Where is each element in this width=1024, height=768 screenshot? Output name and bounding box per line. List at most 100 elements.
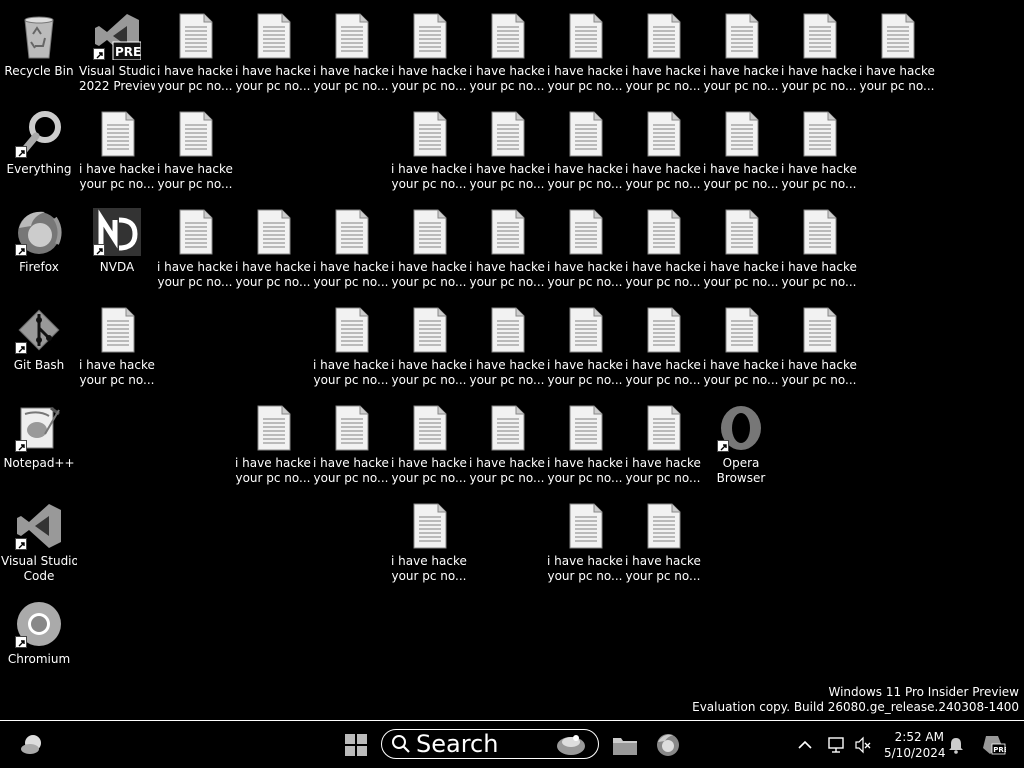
desktop-icon-text-file[interactable]: i have hacked your pc no...: [469, 396, 545, 488]
desktop-icon-text-file[interactable]: i have hacked your pc no...: [157, 200, 233, 292]
desktop-icon-everything[interactable]: Everything: [1, 102, 77, 194]
desktop-icon-text-file[interactable]: i have hacked your pc no...: [625, 494, 701, 586]
desktop-icon-text-file[interactable]: i have hacked your pc no...: [625, 4, 701, 96]
desktop-icon-opera-browser[interactable]: Opera Browser: [703, 396, 779, 488]
desktop-icon-text-file[interactable]: i have hacked your pc no...: [781, 200, 857, 292]
desktop-icon-text-file[interactable]: i have hacked your pc no...: [625, 200, 701, 292]
desktop-icon-label: i have hacked your pc no...: [79, 162, 155, 191]
desktop-icon-text-file[interactable]: i have hacked your pc no...: [625, 102, 701, 194]
desktop-icon-text-file[interactable]: i have hacked your pc no...: [469, 298, 545, 390]
firefox-taskbar-button[interactable]: [652, 721, 684, 768]
text-file-icon: [249, 12, 297, 60]
desktop-icon-text-file[interactable]: i have hacked your pc no...: [235, 200, 311, 292]
desktop-icon-notepad-plus-plus[interactable]: Notepad++: [1, 396, 77, 488]
desktop-icon-text-file[interactable]: i have hacked your pc no...: [391, 494, 467, 586]
desktop-icon-label: i have hacked your pc no...: [625, 456, 701, 485]
desktop-icon-nvda[interactable]: NVDA: [79, 200, 155, 292]
desktop-icon-recycle-bin[interactable]: Recycle Bin: [1, 4, 77, 96]
weather-icon: [21, 734, 41, 754]
desktop-icon-text-file[interactable]: i have hacked your pc no...: [79, 298, 155, 390]
text-file-icon: [405, 306, 453, 354]
desktop-icon-label: i have hacked your pc no...: [625, 260, 701, 289]
desktop-icon-label: i have hacked your pc no...: [781, 358, 857, 387]
desktop-icon-text-file[interactable]: i have hacked your pc no...: [391, 298, 467, 390]
desktop-icon-text-file[interactable]: i have hacked your pc no...: [79, 102, 155, 194]
desktop-icon-text-file[interactable]: i have hacked your pc no...: [391, 200, 467, 292]
text-file-icon: [639, 208, 687, 256]
desktop-icon-label: i have hacked your pc no...: [703, 162, 779, 191]
text-file-icon: [327, 12, 375, 60]
desktop-icon-firefox[interactable]: Firefox: [1, 200, 77, 292]
desktop-icon-label: i have hacked your pc no...: [469, 456, 545, 485]
desktop-icon-text-file[interactable]: i have hacked your pc no...: [547, 102, 623, 194]
show-hidden-icons-button[interactable]: [794, 721, 816, 768]
desktop-icon-label: i have hacked your pc no...: [469, 358, 545, 387]
notifications-button[interactable]: [946, 721, 966, 768]
shortcut-arrow-icon: [93, 244, 105, 256]
volume-muted-icon: [855, 736, 871, 753]
desktop-icon-label: i have hacked your pc no...: [235, 456, 311, 485]
text-file-icon: [93, 306, 141, 354]
desktop-icon-text-file[interactable]: i have hacked your pc no...: [547, 200, 623, 292]
desktop-icon-text-file[interactable]: i have hacked your pc no...: [235, 396, 311, 488]
text-file-icon: [483, 404, 531, 452]
desktop-icon-text-file[interactable]: i have hacked your pc no...: [313, 298, 389, 390]
desktop-icon-label: i have hacked your pc no...: [391, 456, 467, 485]
desktop-icon-text-file[interactable]: i have hacked your pc no...: [157, 102, 233, 194]
desktop-icon-text-file[interactable]: i have hacked your pc no...: [703, 102, 779, 194]
desktop-icon-text-file[interactable]: i have hacked your pc no...: [547, 298, 623, 390]
start-button[interactable]: [340, 721, 372, 768]
copilot-button[interactable]: PRE: [978, 721, 1008, 768]
desktop-icon-text-file[interactable]: i have hacked your pc no...: [703, 4, 779, 96]
desktop-icon-text-file[interactable]: i have hacked your pc no...: [703, 298, 779, 390]
weather-widget-button[interactable]: [14, 721, 50, 768]
volume-button[interactable]: [852, 721, 874, 768]
desktop-icon-text-file[interactable]: i have hacked your pc no...: [781, 102, 857, 194]
visual-studio-preview-icon: PRE: [93, 12, 142, 61]
desktop-icon-text-file[interactable]: i have hacked your pc no...: [235, 4, 311, 96]
desktop-icon-label: i have hacked your pc no...: [235, 64, 311, 93]
desktop-icon-chromium[interactable]: Chromium: [1, 592, 77, 684]
text-file-icon: [327, 208, 375, 256]
text-file-icon: [405, 110, 453, 158]
desktop-icon-text-file[interactable]: i have hacked your pc no...: [547, 4, 623, 96]
text-file-icon: [405, 208, 453, 256]
desktop-icon-text-file[interactable]: i have hacked your pc no...: [391, 396, 467, 488]
desktop-icon-text-file[interactable]: i have hacked your pc no...: [703, 200, 779, 292]
shortcut-arrow-icon: [93, 48, 105, 60]
windows-start-icon: [345, 733, 367, 756]
desktop-icon-text-file[interactable]: i have hacked your pc no...: [625, 396, 701, 488]
taskbar-clock[interactable]: 2:52 AM 5/10/2024: [884, 729, 946, 761]
taskbar-search-box[interactable]: Search: [381, 729, 599, 759]
desktop-icon-text-file[interactable]: i have hacked your pc no...: [157, 4, 233, 96]
recycle-bin-icon: [15, 12, 63, 60]
desktop-icon-text-file[interactable]: i have hacked your pc no...: [469, 102, 545, 194]
desktop-icon-text-file[interactable]: i have hacked your pc no...: [391, 102, 467, 194]
text-file-icon: [561, 502, 609, 550]
desktop-icon-git-bash[interactable]: Git Bash: [1, 298, 77, 390]
desktop-icon-text-file[interactable]: i have hacked your pc no...: [859, 4, 935, 96]
file-explorer-button[interactable]: [609, 721, 641, 768]
desktop-icon-visual-studio-2022-preview[interactable]: PRE Visual Studio 2022 Preview: [79, 4, 155, 96]
desktop-icon-label: i have hacked your pc no...: [313, 260, 389, 289]
desktop-icon-visual-studio-code[interactable]: Visual Studio Code: [1, 494, 77, 586]
text-file-icon: [405, 404, 453, 452]
file-explorer-icon: [613, 737, 637, 755]
desktop-icon-text-file[interactable]: i have hacked your pc no...: [313, 4, 389, 96]
network-button[interactable]: [826, 721, 848, 768]
desktop-icon-text-file[interactable]: i have hacked your pc no...: [547, 396, 623, 488]
desktop-icon-text-file[interactable]: i have hacked your pc no...: [391, 4, 467, 96]
chromium-icon: [15, 600, 63, 648]
desktop-icon-text-file[interactable]: i have hacked your pc no...: [625, 298, 701, 390]
desktop-icon-text-file[interactable]: i have hacked your pc no...: [469, 200, 545, 292]
text-file-icon: [639, 306, 687, 354]
desktop-icon-label: Firefox: [19, 260, 59, 274]
desktop-icon-label: i have hacked your pc no...: [391, 554, 467, 583]
desktop-icon-text-file[interactable]: i have hacked your pc no...: [547, 494, 623, 586]
desktop-icon-text-file[interactable]: i have hacked your pc no...: [469, 4, 545, 96]
desktop-icon-text-file[interactable]: i have hacked your pc no...: [781, 298, 857, 390]
desktop-icon-text-file[interactable]: i have hacked your pc no...: [313, 396, 389, 488]
text-file-icon: [795, 12, 843, 60]
desktop-icon-text-file[interactable]: i have hacked your pc no...: [313, 200, 389, 292]
desktop-icon-text-file[interactable]: i have hacked your pc no...: [781, 4, 857, 96]
